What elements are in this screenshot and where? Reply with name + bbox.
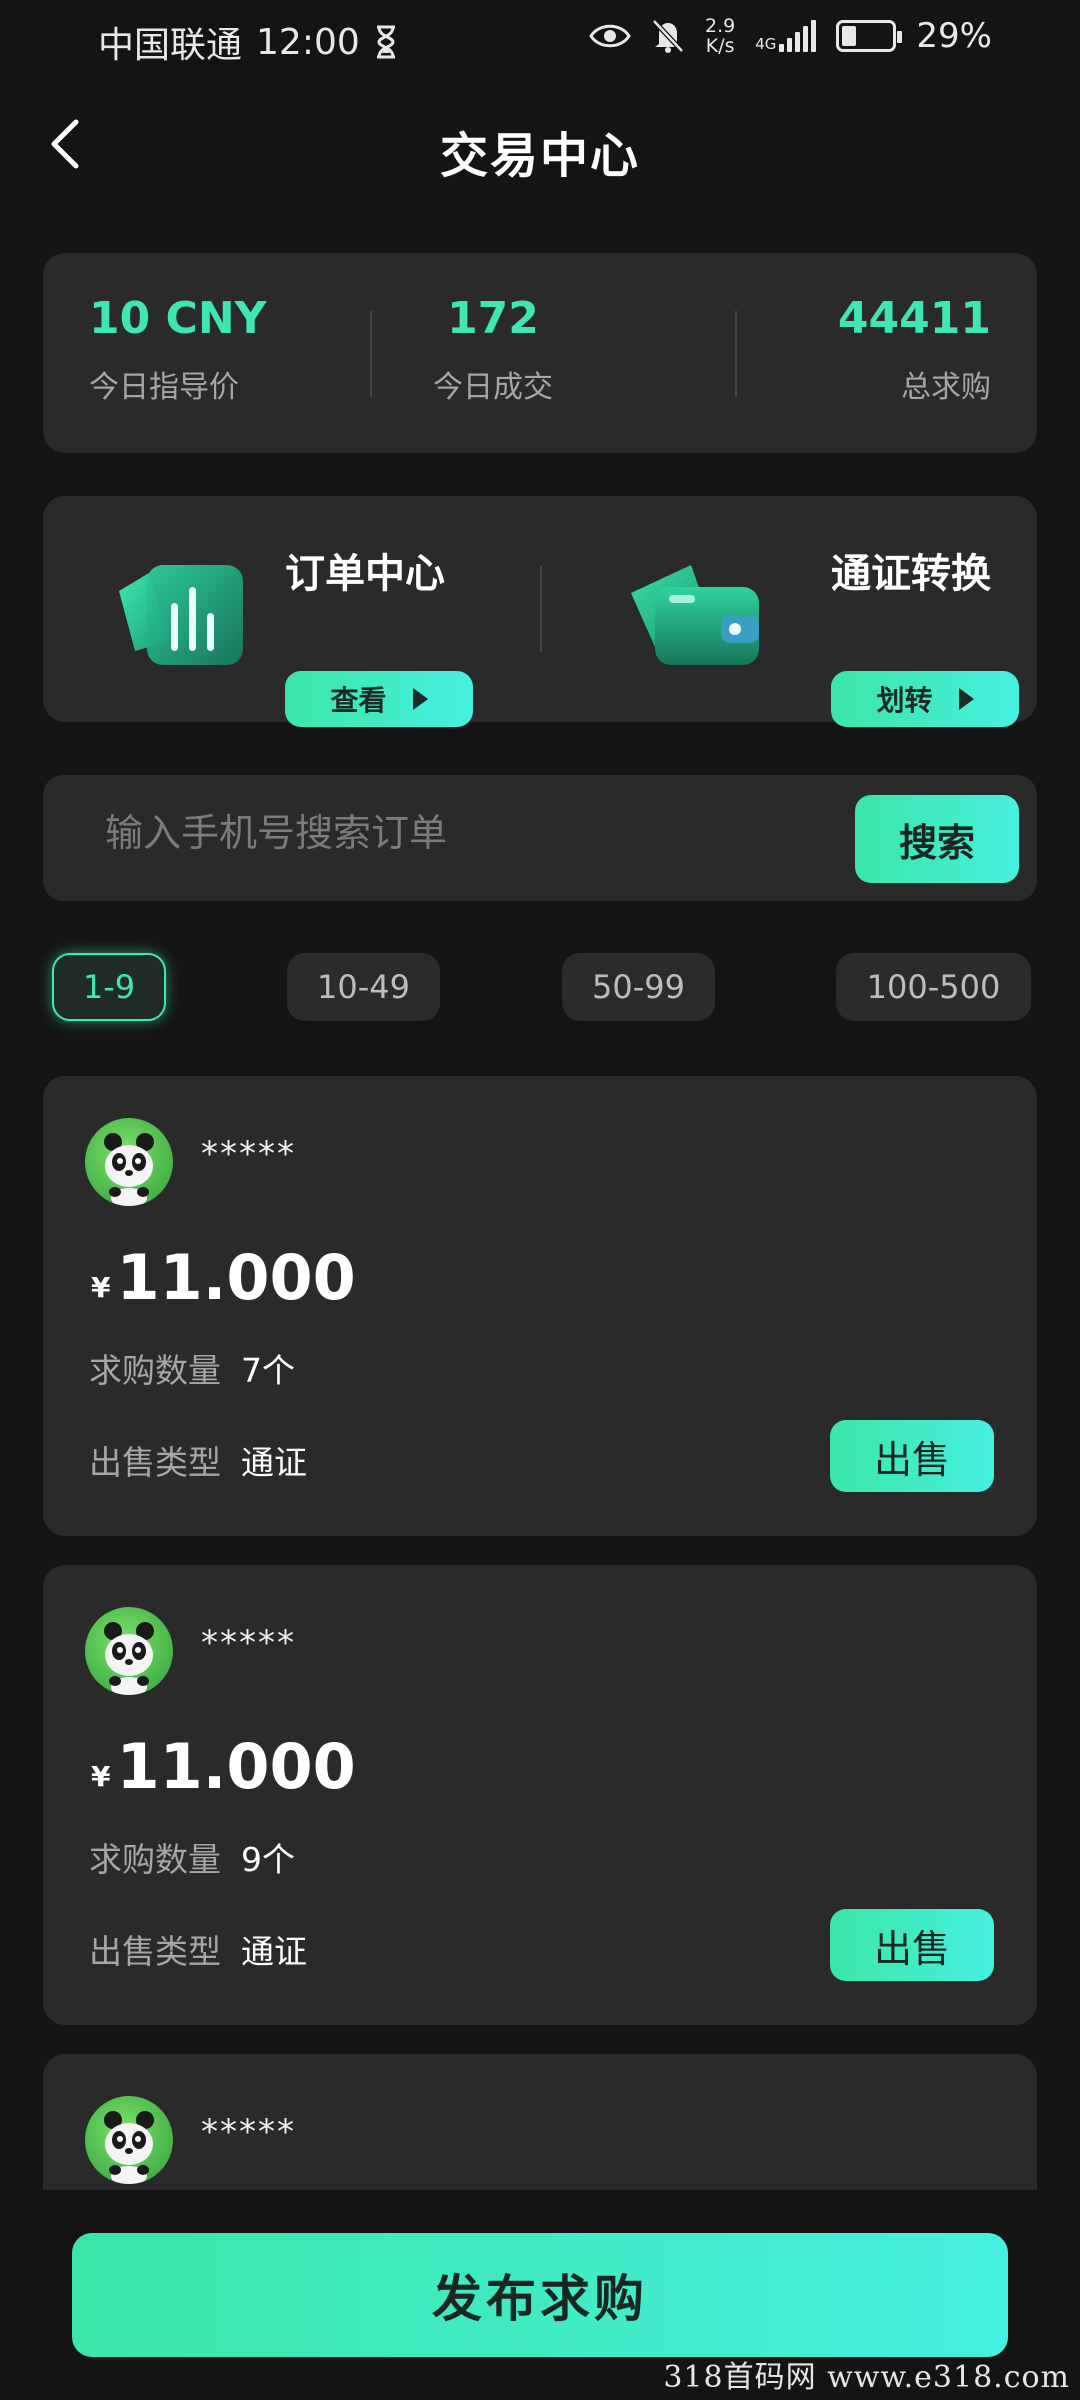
signal-indicator: 4G <box>755 20 817 53</box>
stats-card: 10 CNY 今日指导价 172 今日成交 44411 总求购 <box>43 253 1037 453</box>
search-button[interactable]: 搜索 <box>855 795 1019 883</box>
chart-bars-icon <box>119 565 243 665</box>
order-center-link[interactable]: 订单中心 查看 <box>109 541 509 727</box>
net-speed: 2.9 K/s <box>705 16 735 56</box>
quick-links-card: 订单中心 查看 通证转换 划转 <box>43 496 1037 727</box>
sale-type-value: 通证 <box>241 1932 307 1971</box>
sale-type-row: 出售类型 通证 <box>89 1925 307 1973</box>
wallet-icon <box>631 565 759 665</box>
quantity-value: 7个 <box>241 1351 295 1390</box>
battery-icon <box>836 20 903 52</box>
hourglass-icon <box>376 25 395 59</box>
carrier-name: 中国联通 <box>98 25 243 66</box>
play-arrow-icon <box>412 688 428 710</box>
quantity-row: 求购数量 7个 <box>89 1344 295 1392</box>
price-amount: 11.000 <box>116 1241 356 1314</box>
avatar <box>85 1607 173 1695</box>
status-bar: 中国联通 12:00 2.9 K/s 4G 29% <box>0 0 1080 80</box>
battery-percent: 29% <box>916 16 992 56</box>
signal-bars-icon <box>779 20 817 52</box>
trading-center-screen: 中国联通 12:00 2.9 K/s 4G 29% 交易中心 10 CNY 今日… <box>0 0 1080 2400</box>
view-orders-button[interactable]: 查看 <box>285 671 473 727</box>
tab-range-100-500[interactable]: 100-500 <box>836 953 1031 1021</box>
divider <box>370 311 372 397</box>
avatar <box>85 1118 173 1206</box>
panda-avatar-icon <box>104 1622 154 1695</box>
stat-value: 172 <box>447 293 539 344</box>
view-orders-label: 查看 <box>330 684 387 717</box>
currency-symbol: ¥ <box>91 1760 111 1793</box>
stat-label: 今日指导价 <box>89 370 239 405</box>
token-transfer-link[interactable]: 通证转换 划转 <box>625 541 1025 727</box>
transfer-label: 划转 <box>876 684 933 717</box>
stat-value: 10 CNY <box>89 293 267 344</box>
stat-label: 今日成交 <box>433 370 553 405</box>
panda-avatar-icon <box>104 1133 154 1206</box>
avatar <box>85 2096 173 2184</box>
stat-value: 44411 <box>837 293 991 344</box>
quantity-label: 求购数量 <box>89 1351 221 1390</box>
stat-total-requests: 44411 总求购 <box>838 293 991 406</box>
sale-type-label: 出售类型 <box>89 1443 221 1482</box>
masked-username: ***** <box>201 1134 296 1174</box>
sell-button[interactable]: 出售 <box>830 1909 994 1981</box>
tab-range-10-49[interactable]: 10-49 <box>287 953 440 1021</box>
quantity-row: 求购数量 9个 <box>89 1833 295 1881</box>
sale-type-row: 出售类型 通证 <box>89 1436 307 1484</box>
status-left: 中国联通 12:00 <box>98 16 398 68</box>
eye-icon <box>589 24 631 48</box>
header: 交易中心 <box>0 90 1080 200</box>
quantity-label: 求购数量 <box>89 1840 221 1879</box>
status-right: 2.9 K/s 4G 29% <box>589 16 992 56</box>
phone-search-input[interactable] <box>105 811 805 855</box>
tab-range-1-9[interactable]: 1-9 <box>52 953 166 1021</box>
play-arrow-icon <box>958 688 974 710</box>
sell-button[interactable]: 出售 <box>830 1420 994 1492</box>
stat-today-deals: 172 今日成交 <box>388 293 598 406</box>
network-type: 4G <box>755 35 777 53</box>
net-speed-value: 2.9 <box>705 15 736 37</box>
stat-label: 总求购 <box>901 370 991 405</box>
divider <box>540 566 542 652</box>
panda-avatar-icon <box>104 2111 154 2184</box>
order-price: ¥ 11.000 <box>91 1241 356 1314</box>
sale-type-value: 通证 <box>241 1443 307 1482</box>
watermark: 318首码网 www.e318.com <box>663 2360 1070 2395</box>
order-card: ***** ¥ 11.000 求购数量 7个 出售类型 通证 出售 <box>43 1076 1037 1536</box>
order-price: ¥ 11.000 <box>91 1730 356 1803</box>
net-speed-unit: K/s <box>705 35 735 57</box>
clock: 12:00 <box>256 21 360 63</box>
transfer-button[interactable]: 划转 <box>831 671 1019 727</box>
sale-type-label: 出售类型 <box>89 1932 221 1971</box>
order-center-title: 订单中心 <box>285 541 449 603</box>
battery-fill <box>842 26 857 46</box>
bell-muted-icon <box>652 19 684 53</box>
order-card: ***** ¥ 11.000 求购数量 9个 出售类型 通证 出售 <box>43 1565 1037 2025</box>
search-bar: 搜索 <box>43 775 1037 901</box>
price-amount: 11.000 <box>116 1730 356 1803</box>
publish-request-button[interactable]: 发布求购 <box>72 2233 1008 2357</box>
masked-username: ***** <box>201 2112 296 2152</box>
tab-range-50-99[interactable]: 50-99 <box>562 953 715 1021</box>
quantity-value: 9个 <box>241 1840 295 1879</box>
masked-username: ***** <box>201 1623 296 1663</box>
token-transfer-title: 通证转换 <box>831 541 995 603</box>
stat-guide-price: 10 CNY 今日指导价 <box>89 293 267 406</box>
divider <box>735 311 737 397</box>
currency-symbol: ¥ <box>91 1271 111 1304</box>
page-title: 交易中心 <box>439 128 640 184</box>
